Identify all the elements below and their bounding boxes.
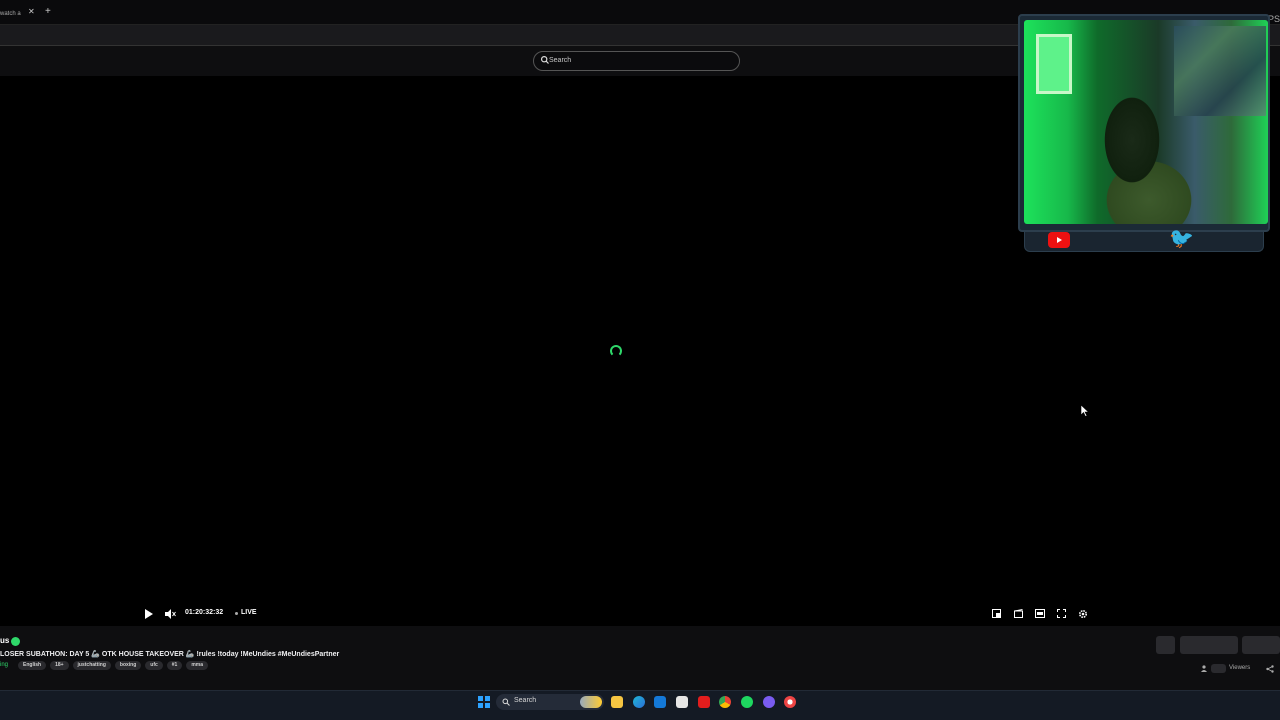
tab-close-icon[interactable]: ✕: [28, 7, 35, 16]
clip-icon[interactable]: [1014, 609, 1023, 618]
live-label: LIVE: [241, 609, 257, 616]
webcam-background-window: [1036, 34, 1072, 94]
viewers-icon: [1201, 665, 1207, 672]
spotify-icon[interactable]: [741, 696, 753, 708]
store-icon[interactable]: [676, 696, 688, 708]
settings-icon[interactable]: [1078, 609, 1088, 619]
tag[interactable]: boxing: [114, 661, 142, 670]
windows-start-icon[interactable]: [478, 696, 490, 708]
file-explorer-icon[interactable]: [611, 696, 623, 708]
verified-badge-icon: [11, 637, 20, 646]
webcam-frame: [1018, 14, 1270, 232]
live-dot: [235, 612, 238, 615]
theatre-mode-icon[interactable]: [1035, 609, 1045, 618]
twitter-icon: 🐦: [1169, 228, 1194, 250]
search-placeholder: Search: [549, 57, 572, 64]
tag[interactable]: ufc: [145, 661, 163, 670]
play-icon[interactable]: [145, 609, 153, 619]
webcam-background-posters: [1174, 26, 1266, 116]
youtube-icon: [1048, 232, 1070, 248]
discord-icon[interactable]: [763, 696, 775, 708]
stream-title: LOSER SUBATHON: DAY 5 🦾 OTK HOUSE TAKEOV…: [0, 651, 340, 658]
taskbar-search-label: Search: [514, 697, 537, 704]
outlook-icon[interactable]: [654, 696, 666, 708]
edge-icon[interactable]: [633, 696, 645, 708]
stream-info-panel: [0, 626, 1280, 690]
taskbar-search-icon: [502, 698, 510, 706]
stream-tags: English 18+ justchatting boxing ufc #1 m…: [18, 661, 209, 670]
tag[interactable]: 18+: [50, 661, 69, 670]
stream-uptime: 01:20:32:32: [185, 609, 224, 616]
chrome-icon[interactable]: [719, 696, 731, 708]
follow-button[interactable]: [1180, 636, 1238, 654]
notify-button[interactable]: [1156, 636, 1175, 654]
webcam-feed: [1024, 20, 1268, 224]
mouse-cursor-icon: [1081, 405, 1089, 417]
viewer-count: [1211, 664, 1226, 673]
app-icon[interactable]: [784, 696, 796, 708]
mute-icon[interactable]: [165, 609, 176, 619]
tag[interactable]: mma: [186, 661, 209, 670]
fullscreen-icon[interactable]: [1057, 609, 1066, 618]
youtube-app-icon[interactable]: [698, 696, 710, 708]
miniplayer-icon[interactable]: [992, 609, 1001, 618]
widgets-icon[interactable]: [580, 696, 602, 708]
viewers-label: Viewers: [1229, 665, 1251, 671]
share-icon[interactable]: [1266, 665, 1274, 673]
stream-category[interactable]: ing: [0, 662, 8, 668]
tag[interactable]: English: [18, 661, 47, 670]
subscribe-button[interactable]: [1242, 636, 1280, 654]
streamer-name[interactable]: us: [0, 636, 9, 645]
webcam-overlay: [1018, 14, 1270, 252]
tag[interactable]: justchatting: [72, 661, 111, 670]
tag[interactable]: #1: [166, 661, 183, 670]
new-tab-button[interactable]: +: [45, 6, 51, 17]
loading-spinner-icon: [610, 345, 622, 357]
